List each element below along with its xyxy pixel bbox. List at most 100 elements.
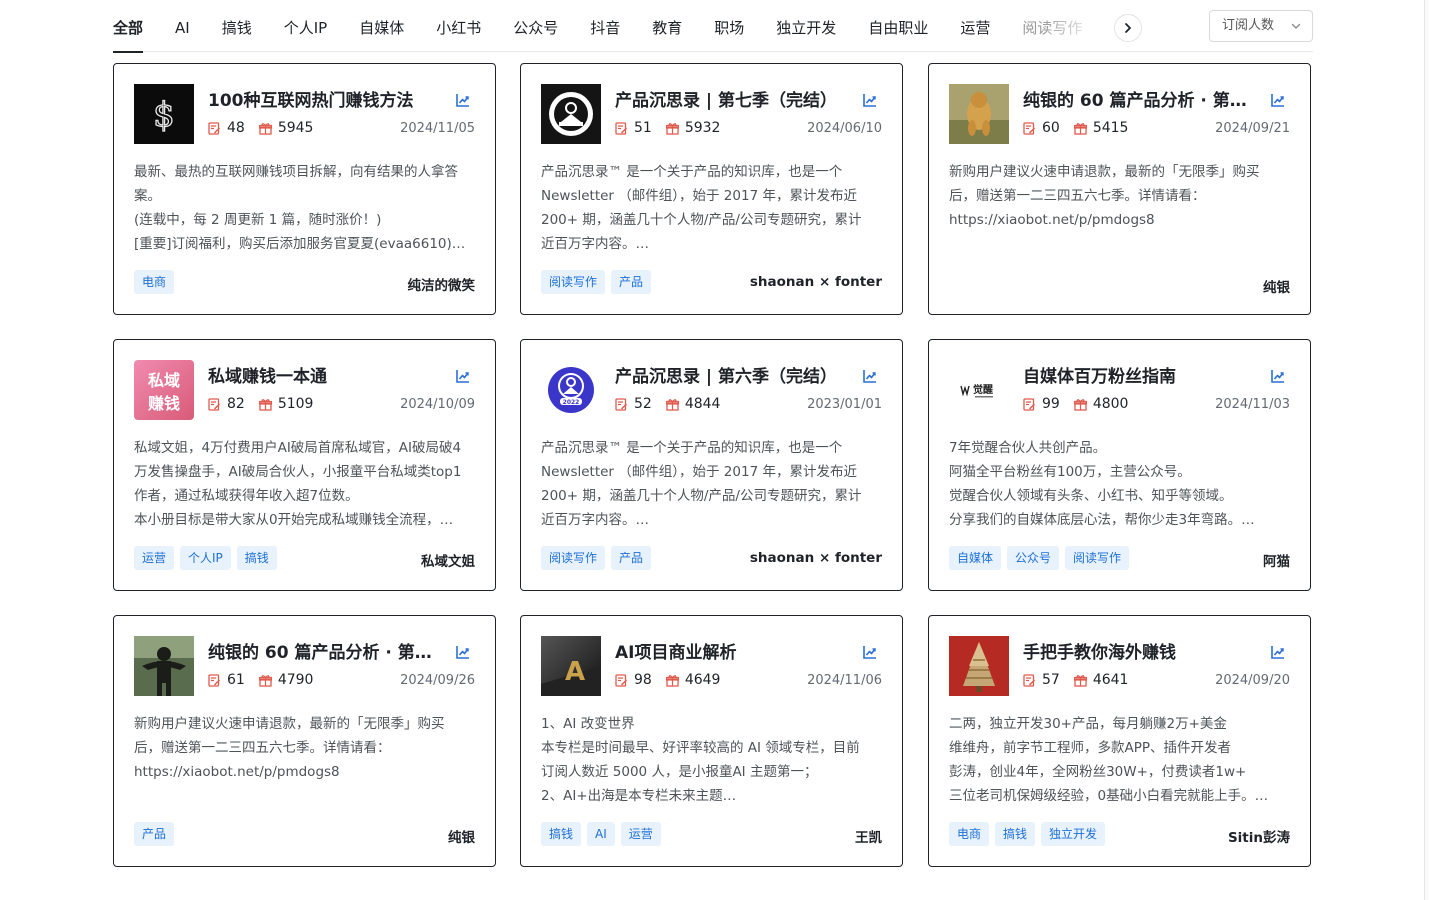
trend-chart-icon[interactable] [1270,92,1286,108]
subscribers-icon [665,122,679,135]
tab-freelance[interactable]: 自由职业 [868,8,928,52]
category-tag[interactable]: 公众号 [1007,546,1060,570]
column-title[interactable]: 纯银的 60 篇产品分析 · 第六季 [208,638,448,663]
trend-chart-icon[interactable] [862,92,878,108]
author-name[interactable]: 纯银 [1263,276,1290,296]
update-date: 2024/11/03 [1215,397,1290,412]
tab-workplace[interactable]: 职场 [714,8,744,52]
column-card[interactable]: 私域 赚钱 私域赚钱一本通 82 5109 2024/10/09 私域文姐，4万付费用户AI… [113,339,496,591]
tab-operations[interactable]: 运营 [960,8,990,52]
category-tag[interactable]: AI [587,822,615,846]
column-title[interactable]: 100种互联网热门赚钱方法 [208,86,448,111]
trend-chart-icon[interactable] [455,644,471,660]
column-stats: 82 5109 [208,395,313,413]
category-tag[interactable]: 电商 [949,822,990,846]
subscribers-icon [1073,674,1087,687]
category-tag[interactable]: 产品 [134,822,175,846]
column-avatar[interactable] [949,84,1009,144]
column-title[interactable]: AI项目商业解析 [615,638,855,663]
category-tag[interactable]: 产品 [611,546,652,570]
column-avatar[interactable] [949,636,1009,696]
column-avatar[interactable] [134,636,194,696]
tab-all[interactable]: 全部 [113,8,144,53]
column-card[interactable]: 2022 产品沉思录 | 第六季（完结） 52 4844 2023/01/01 产品沉思录… [520,339,903,591]
category-tag[interactable]: 阅读写作 [541,270,606,294]
tab-xiaohongshu[interactable]: 小红书 [436,8,481,52]
author-name[interactable]: shaonan × fonter [750,274,882,290]
author-name[interactable]: 纯洁的微笑 [408,274,476,294]
author-name[interactable]: 阿猫 [1263,550,1290,570]
column-title[interactable]: 纯银的 60 篇产品分析 · 第七季 [1023,86,1263,111]
tabs-next-button[interactable] [1114,14,1142,42]
subscriber-count: 5932 [684,120,721,136]
category-tag[interactable]: 个人IP [180,546,231,570]
author-name[interactable]: Sitin彭涛 [1228,826,1290,846]
description-line: 7年觉醒合伙人共创产品。 [949,440,1107,456]
trend-chart-icon[interactable] [455,368,471,384]
tab-self-media[interactable]: 自媒体 [359,8,404,52]
column-avatar[interactable]: 觉醒 [949,360,1009,420]
column-card[interactable]: 纯银的 60 篇产品分析 · 第七季 60 5415 2024/09/21 新购用户建议… [928,63,1311,315]
category-tag[interactable]: 搞钱 [541,822,582,846]
update-date: 2024/06/10 [807,121,882,136]
column-card[interactable]: A AI项目商业解析 98 4649 2024/11/06 1、AI 改变世界 本专栏是时间… [520,615,903,867]
subscribers-icon [1073,122,1087,135]
column-card[interactable]: 觉醒 自媒体百万粉丝指南 99 4800 2024/11/03 7年觉醒合伙人共创产品。阿… [928,339,1311,591]
column-description: 产品沉思录™ 是一个关于产品的知识库，也是一个 Newsletter （邮件组），… [541,436,884,532]
svg-text:A: A [565,657,585,687]
category-tag[interactable]: 运营 [134,546,175,570]
column-stats: 61 4790 [208,671,313,689]
column-title[interactable]: 私域赚钱一本通 [208,362,448,387]
category-tag[interactable]: 阅读写作 [541,546,606,570]
trend-chart-icon[interactable] [455,92,471,108]
column-card[interactable]: 手把手教你海外赚钱 57 4641 2024/09/20 二两，独立开发30+产品，每月… [928,615,1311,867]
description-line: 本专栏是时间最早、好评率较高的 AI 领域专栏，目前 [541,740,860,756]
author-name[interactable]: 纯银 [448,826,475,846]
description-line: 产品沉思录™ 是一个关于产品的知识库，也是一个 [541,440,843,456]
tab-official-account[interactable]: 公众号 [513,8,558,52]
column-title[interactable]: 手把手教你海外赚钱 [1023,638,1263,663]
description-line: 案。 [134,188,161,204]
tab-personal-ip[interactable]: 个人IP [284,8,327,52]
column-title[interactable]: 产品沉思录 | 第六季（完结） [615,362,855,387]
author-name[interactable]: shaonan × fonter [750,550,882,566]
tab-douyin[interactable]: 抖音 [590,8,620,52]
column-avatar[interactable]: 2022 [541,360,601,420]
tab-indie-dev[interactable]: 独立开发 [776,8,836,52]
description-line: 订阅人数近 5000 人，是小报童AI 主题第一； [541,764,818,780]
tab-ai[interactable]: AI [175,8,190,52]
tab-make-money[interactable]: 搞钱 [222,8,252,52]
sort-select[interactable]: 订阅人数 [1209,10,1313,42]
trend-chart-icon[interactable] [1270,368,1286,384]
category-tag[interactable]: 搞钱 [236,546,277,570]
category-tag[interactable]: 阅读写作 [1065,546,1130,570]
category-tag[interactable]: 运营 [620,822,661,846]
column-title[interactable]: 产品沉思录 | 第七季（完结） [615,86,855,111]
column-card[interactable]: 产品沉思录 | 第七季（完结） 51 5932 2024/06/10 产品沉思录™ 是一… [520,63,903,315]
description-line: 三位老司机保姆级经验，0基础小白看完就能上手。… [949,788,1269,804]
description-line: 新购用户建议火速申请退款，最新的「无限季」购买 [949,164,1260,180]
trend-chart-icon[interactable] [1270,644,1286,660]
author-name[interactable]: 王凯 [855,826,882,846]
column-title[interactable]: 自媒体百万粉丝指南 [1023,362,1263,387]
column-avatar[interactable]: 私域 赚钱 [134,360,194,420]
column-card[interactable]: 纯银的 60 篇产品分析 · 第六季 61 4790 2024/09/26 新购用户建议… [113,615,496,867]
category-tag[interactable]: 独立开发 [1041,822,1106,846]
column-avatar[interactable] [541,84,601,144]
post-count: 51 [634,120,652,136]
category-tag[interactable]: 自媒体 [949,546,1002,570]
category-tag[interactable]: 电商 [134,270,175,294]
author-name[interactable]: 私域文姐 [421,550,475,570]
category-tag[interactable]: 搞钱 [995,822,1036,846]
tab-education[interactable]: 教育 [652,8,682,52]
column-avatar[interactable]: $ [134,84,194,144]
trend-chart-icon[interactable] [862,644,878,660]
description-line: 新购用户建议火速申请退款，最新的「无限季」购买 [134,716,445,732]
description-line: 产品沉思录™ 是一个关于产品的知识库，也是一个 [541,164,843,180]
category-tabs: 全部 AI 搞钱 个人IP 自媒体 小红书 公众号 抖音 教育 职场 独立开发 … [113,8,1082,53]
trend-chart-icon[interactable] [862,368,878,384]
description-line: 最新、最热的互联网赚钱项目拆解，向有结果的人拿答 [134,164,458,180]
category-tag[interactable]: 产品 [611,270,652,294]
column-card[interactable]: $100种互联网热门赚钱方法 48 5945 2024/11/05 最新、最热的互联网赚… [113,63,496,315]
column-avatar[interactable]: A [541,636,601,696]
